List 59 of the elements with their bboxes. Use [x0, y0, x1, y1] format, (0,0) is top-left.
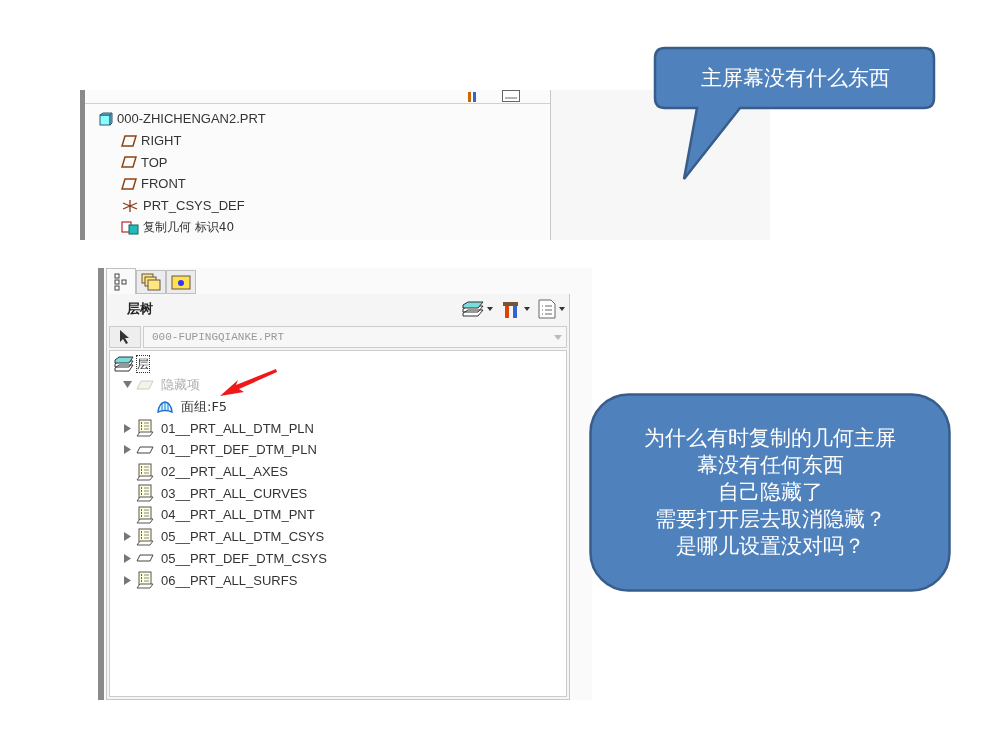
tools-icon[interactable]	[501, 299, 521, 319]
pointer-icon	[119, 329, 131, 345]
layer-icon	[136, 571, 154, 590]
tree-item[interactable]: 000-ZHICHENGAN2.PRT	[117, 111, 266, 127]
tree-root[interactable]: 层	[136, 355, 150, 373]
copy-geometry-icon	[121, 219, 139, 236]
callout-text: 主屏幕没有什么东西	[700, 64, 890, 92]
layer-item[interactable]: 05__PRT_DEF_DTM_CSYS	[161, 550, 327, 566]
layer-item[interactable]: 04__PRT_ALL_DTM_PNT	[161, 507, 315, 523]
quilt-icon	[156, 399, 174, 414]
folder-icon	[171, 274, 191, 290]
tree-item[interactable]: RIGHT	[141, 133, 182, 149]
expanded-arrow-icon[interactable]	[122, 381, 132, 389]
tools-icon[interactable]	[466, 90, 478, 102]
layer-icon	[136, 527, 154, 546]
layer-item[interactable]: 06__PRT_ALL_SURFS	[161, 572, 298, 588]
layer-icon	[136, 462, 154, 481]
callout-text: 为什么有时复制的几何主屏	[644, 425, 896, 452]
collapsed-arrow-icon[interactable]	[123, 553, 131, 563]
collapsed-arrow-icon[interactable]	[123, 532, 131, 542]
hidden-layer-icon	[136, 377, 154, 392]
select-button[interactable]	[109, 326, 141, 348]
plane-icon	[121, 134, 137, 147]
folders-icon	[141, 273, 161, 291]
panel-tab[interactable]	[106, 268, 136, 294]
layer-item[interactable]: 03__PRT_ALL_CURVES	[161, 485, 308, 501]
tree-item[interactable]: TOP	[141, 154, 168, 170]
tree-item[interactable]: 复制几何 标识40	[143, 218, 235, 236]
callout-text: 自己隐藏了	[717, 479, 823, 506]
layer-item[interactable]: 02__PRT_ALL_AXES	[161, 464, 288, 480]
layer-item[interactable]: 01__PRT_DEF_DTM_PLN	[161, 442, 317, 458]
panel-tab[interactable]	[136, 270, 166, 294]
layers-icon	[114, 356, 134, 372]
collapsed-arrow-icon[interactable]	[123, 445, 131, 455]
plane-icon	[136, 553, 154, 564]
layer-icon	[136, 484, 154, 503]
tree-icon	[114, 272, 128, 291]
layer-item[interactable]: 面组:F5	[181, 397, 228, 416]
tree-item[interactable]: PRT_CSYS_DEF	[143, 198, 245, 214]
layer-icon	[136, 419, 154, 438]
panel-tab[interactable]	[166, 270, 196, 294]
coordinate-system-icon	[121, 197, 139, 214]
layer-item[interactable]: 05__PRT_ALL_DTM_CSYS	[161, 529, 325, 545]
plane-icon	[121, 177, 137, 190]
collapsed-arrow-icon[interactable]	[123, 423, 131, 433]
layer-icon	[136, 505, 154, 524]
plane-icon	[121, 156, 137, 169]
caret-icon	[554, 334, 562, 340]
list-icon[interactable]	[502, 90, 520, 102]
panel-title: 层树	[127, 300, 153, 318]
collapsed-arrow-icon[interactable]	[123, 575, 131, 585]
tree-item[interactable]: FRONT	[141, 176, 186, 192]
part-icon	[99, 111, 113, 126]
callout-text: 是哪儿设置没对吗？	[675, 533, 865, 560]
layer-item[interactable]: 01__PRT_ALL_DTM_PLN	[161, 420, 314, 436]
layers-icon[interactable]	[462, 301, 484, 317]
callout-text: 需要打开层去取消隐藏？	[654, 506, 886, 533]
plane-icon	[136, 444, 154, 455]
callout-text: 幕没有任何东西	[696, 452, 844, 479]
